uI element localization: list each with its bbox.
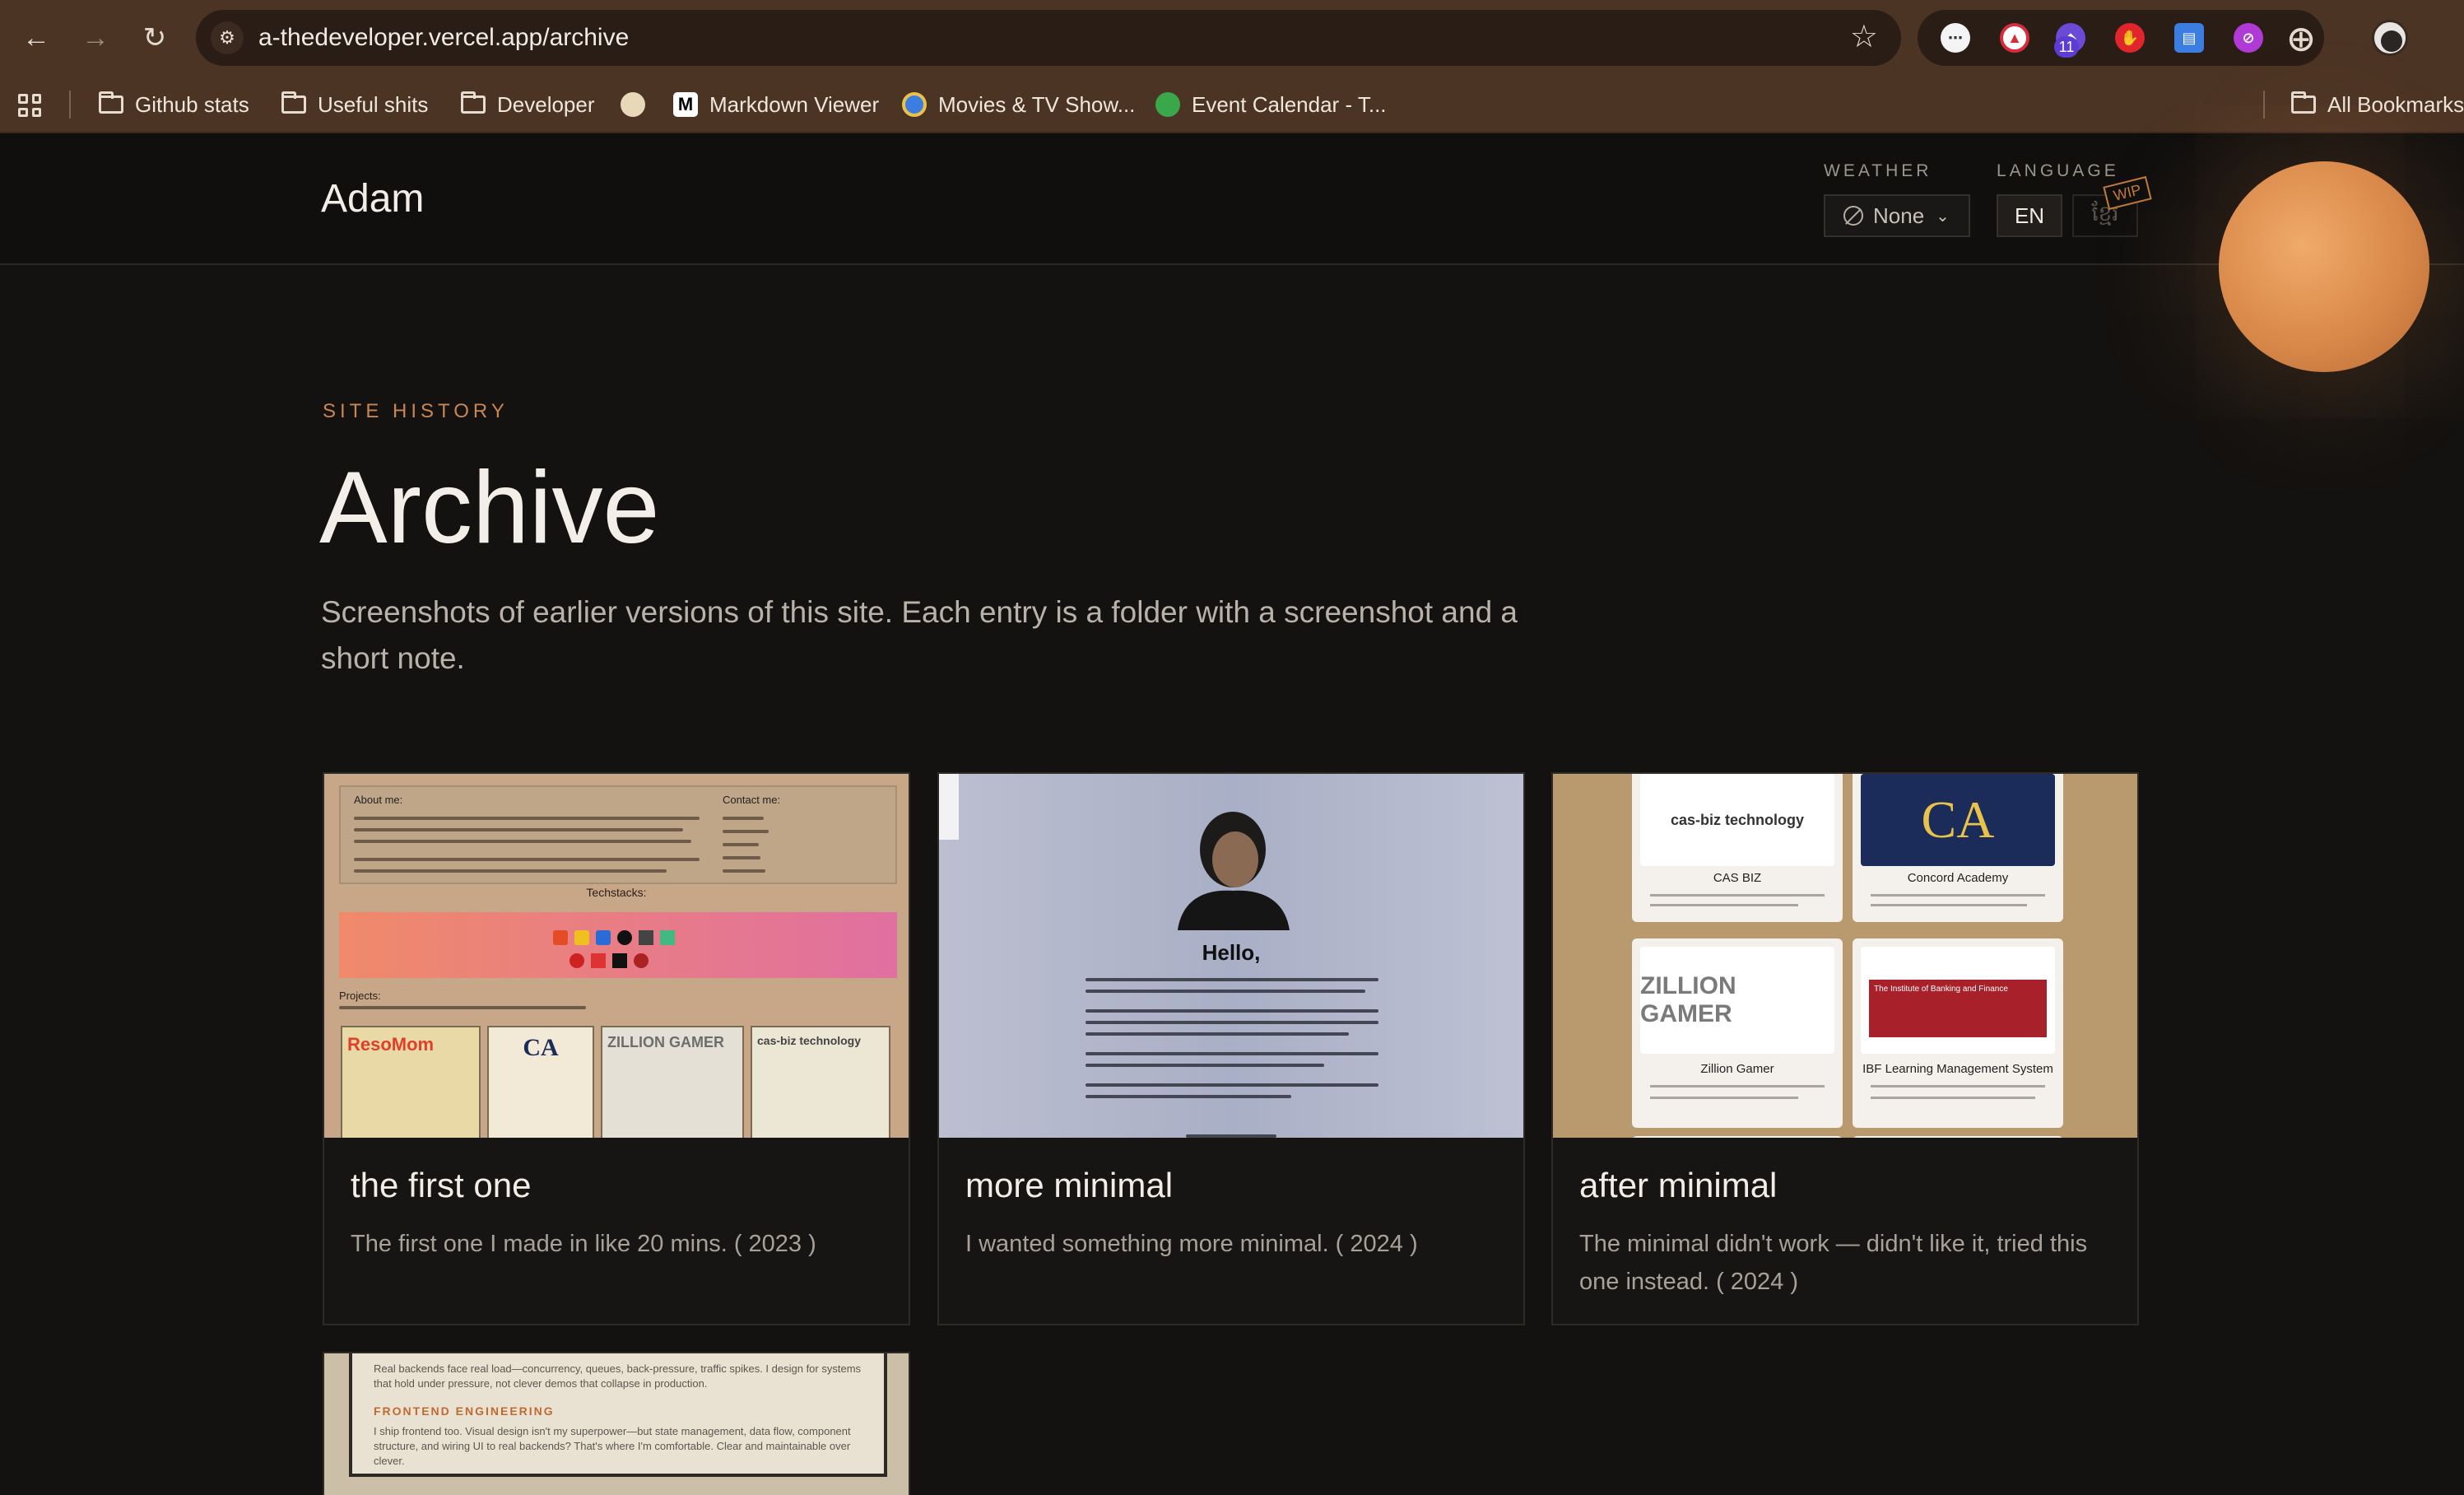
archive-card[interactable]: Real backends face real load—concurrency… [323,1352,910,1495]
card-body: after minimal The minimal didn't work — … [1553,1138,2137,1324]
bookmarks-bar: Github stats Useful shits Developer M Mar… [0,76,2464,133]
techstack-banner [339,912,897,978]
bookmark-star-icon[interactable]: ☆ [1850,10,1878,66]
extension-compass-icon[interactable]: ⊘ [2234,23,2263,53]
card-body: the first one The first one I made in li… [324,1138,909,1324]
card-title: the first one [351,1166,532,1204]
movies-favicon-icon [902,92,927,118]
sun-weather-graphic [2219,161,2429,372]
folder-icon [461,91,486,114]
section-eyebrow: SITE HISTORY [323,400,509,422]
site-brand[interactable]: Adam [321,176,424,221]
site-info-icon[interactable]: ⚙ [211,21,244,54]
chevron-down-icon: ⌄ [1936,207,1950,226]
extensions-puzzle-icon[interactable]: ⨁ [2286,23,2316,53]
apps-grid-icon[interactable] [18,94,41,117]
archive-card[interactable]: cas-biz technology CAS BIZ CA Concord Ac… [1551,772,2139,1325]
page-intro: Screenshots of earlier versions of this … [321,595,1518,675]
project-tile: ZILLION GAMER [601,1026,744,1138]
site-header: Adam WEATHER None ⌄ LANGUAGE EN ខ្មែរ WI… [0,133,2464,265]
back-button[interactable]: ← [16,18,56,58]
language-en-button[interactable]: EN [1997,194,2062,237]
archive-screenshot-fourth: Real backends face real load—concurrency… [324,1353,909,1495]
bookmarks-divider [69,91,71,119]
archive-card[interactable]: About me: Contact me: Techstacks: Projec… [323,772,910,1325]
language-label: LANGUAGE [1997,161,2119,180]
about-heading: About me: [354,794,403,806]
project-tile: cas-biz technology [751,1026,890,1138]
project-tile: ResoMom [341,1026,481,1138]
all-bookmarks[interactable]: All Bookmarks [2291,76,2464,133]
url-text: a-thedeveloper.vercel.app/archive [258,24,630,51]
folder-icon [99,91,123,114]
bookmark-label: All Bookmarks [2327,92,2464,117]
archive-screenshot-first: About me: Contact me: Techstacks: Projec… [324,774,909,1138]
portrait-photo [1178,812,1290,930]
project-mini-card: cas-biz technology CAS BIZ [1632,774,1843,922]
reload-button[interactable]: ↻ [135,18,174,58]
folder-icon [2291,91,2316,114]
card-title: more minimal [965,1166,1174,1204]
extension-dots-icon[interactable]: ⋯ [1941,23,1970,53]
project-mini-card: CA Concord Academy [1853,774,2063,922]
archive-screenshot-after-minimal: cas-biz technology CAS BIZ CA Concord Ac… [1553,774,2137,1138]
screenshot-text: Real backends face real load—concurrency… [374,1362,862,1390]
forward-button[interactable]: → [76,18,115,58]
bookmark-movies[interactable]: Movies & TV Show... [902,76,1135,133]
bookmark-useful[interactable]: Useful shits [281,76,428,133]
calendar-favicon-icon [1155,92,1180,118]
bookmarks-divider [2263,91,2265,119]
hello-heading: Hello, [1202,940,1261,965]
bookmark-label: Github stats [135,92,249,117]
weather-value: None [1873,203,1925,228]
card-title: after minimal [1579,1166,1778,1204]
address-bar[interactable]: ⚙ a-thedeveloper.vercel.app/archive ☆ [196,10,1901,66]
techstacks-heading: Techstacks: [586,886,647,899]
none-icon [1843,206,1863,226]
profile-avatar[interactable] [2372,20,2408,56]
bookmark-label: Useful shits [318,92,429,117]
archive-card[interactable]: Hello, more minimal I wanted something m… [937,772,1525,1325]
weather-label: WEATHER [1824,161,1932,180]
extensions-bar: ⋯ ▲ ◆ ✋ ▤ ⊘ ⨁ [1918,10,2324,66]
bookmark-github-stats[interactable]: Github stats [99,76,249,133]
extension-doc-icon[interactable]: ▤ [2174,23,2204,53]
browser-toolbar: ← → ↻ ⚙ a-thedeveloper.vercel.app/archiv… [0,0,2464,76]
brave-shield-icon[interactable]: ▲ [2000,23,2029,53]
weather-select[interactable]: None ⌄ [1824,194,1970,237]
projects-heading: Projects: [339,990,381,1002]
contact-heading: Contact me: [723,794,781,806]
card-note: I wanted something more minimal. ( 2024 … [965,1231,1418,1257]
project-mini-card: ZILLION GAMER Zillion Gamer [1632,938,1843,1128]
favicon-icon [621,92,645,118]
bookmark-event-calendar[interactable]: Event Calendar - T... [1155,76,1387,133]
bookmark-label: Movies & TV Show... [938,92,1136,117]
archive-screenshot-minimal: Hello, [939,774,1523,1138]
page-title: Archive [319,451,660,565]
card-note: The first one I made in like 20 mins. ( … [351,1231,816,1257]
about-panel: About me: Contact me: [339,785,897,884]
bookmark-label: Markdown Viewer [709,92,880,117]
screenshot-text: I ship frontend too. Visual design isn't… [374,1425,851,1467]
screenshot-heading: FRONTEND ENGINEERING [374,1404,555,1418]
bookmark-developer[interactable]: Developer [461,76,595,133]
extension-badge: 11 [2054,36,2079,58]
project-mini-card: The Institute of Banking and Finance IBF… [1853,938,2063,1128]
bookmark-favicon-only[interactable] [621,76,657,133]
screenshot-content: Real backends face real load—concurrency… [349,1353,887,1477]
project-tile: CA [487,1026,594,1138]
markdown-icon: M [673,92,698,118]
extension-hand-icon[interactable]: ✋ [2115,23,2145,53]
bookmark-label: Developer [497,92,595,117]
wip-badge: WIP [2103,175,2152,211]
folder-icon [281,91,306,114]
card-body: more minimal I wanted something more min… [939,1138,1523,1324]
bookmark-label: Event Calendar - T... [1192,92,1387,117]
card-note: The minimal didn't work — didn't like it… [1579,1231,2088,1295]
bookmark-markdown-viewer[interactable]: M Markdown Viewer [673,76,879,133]
